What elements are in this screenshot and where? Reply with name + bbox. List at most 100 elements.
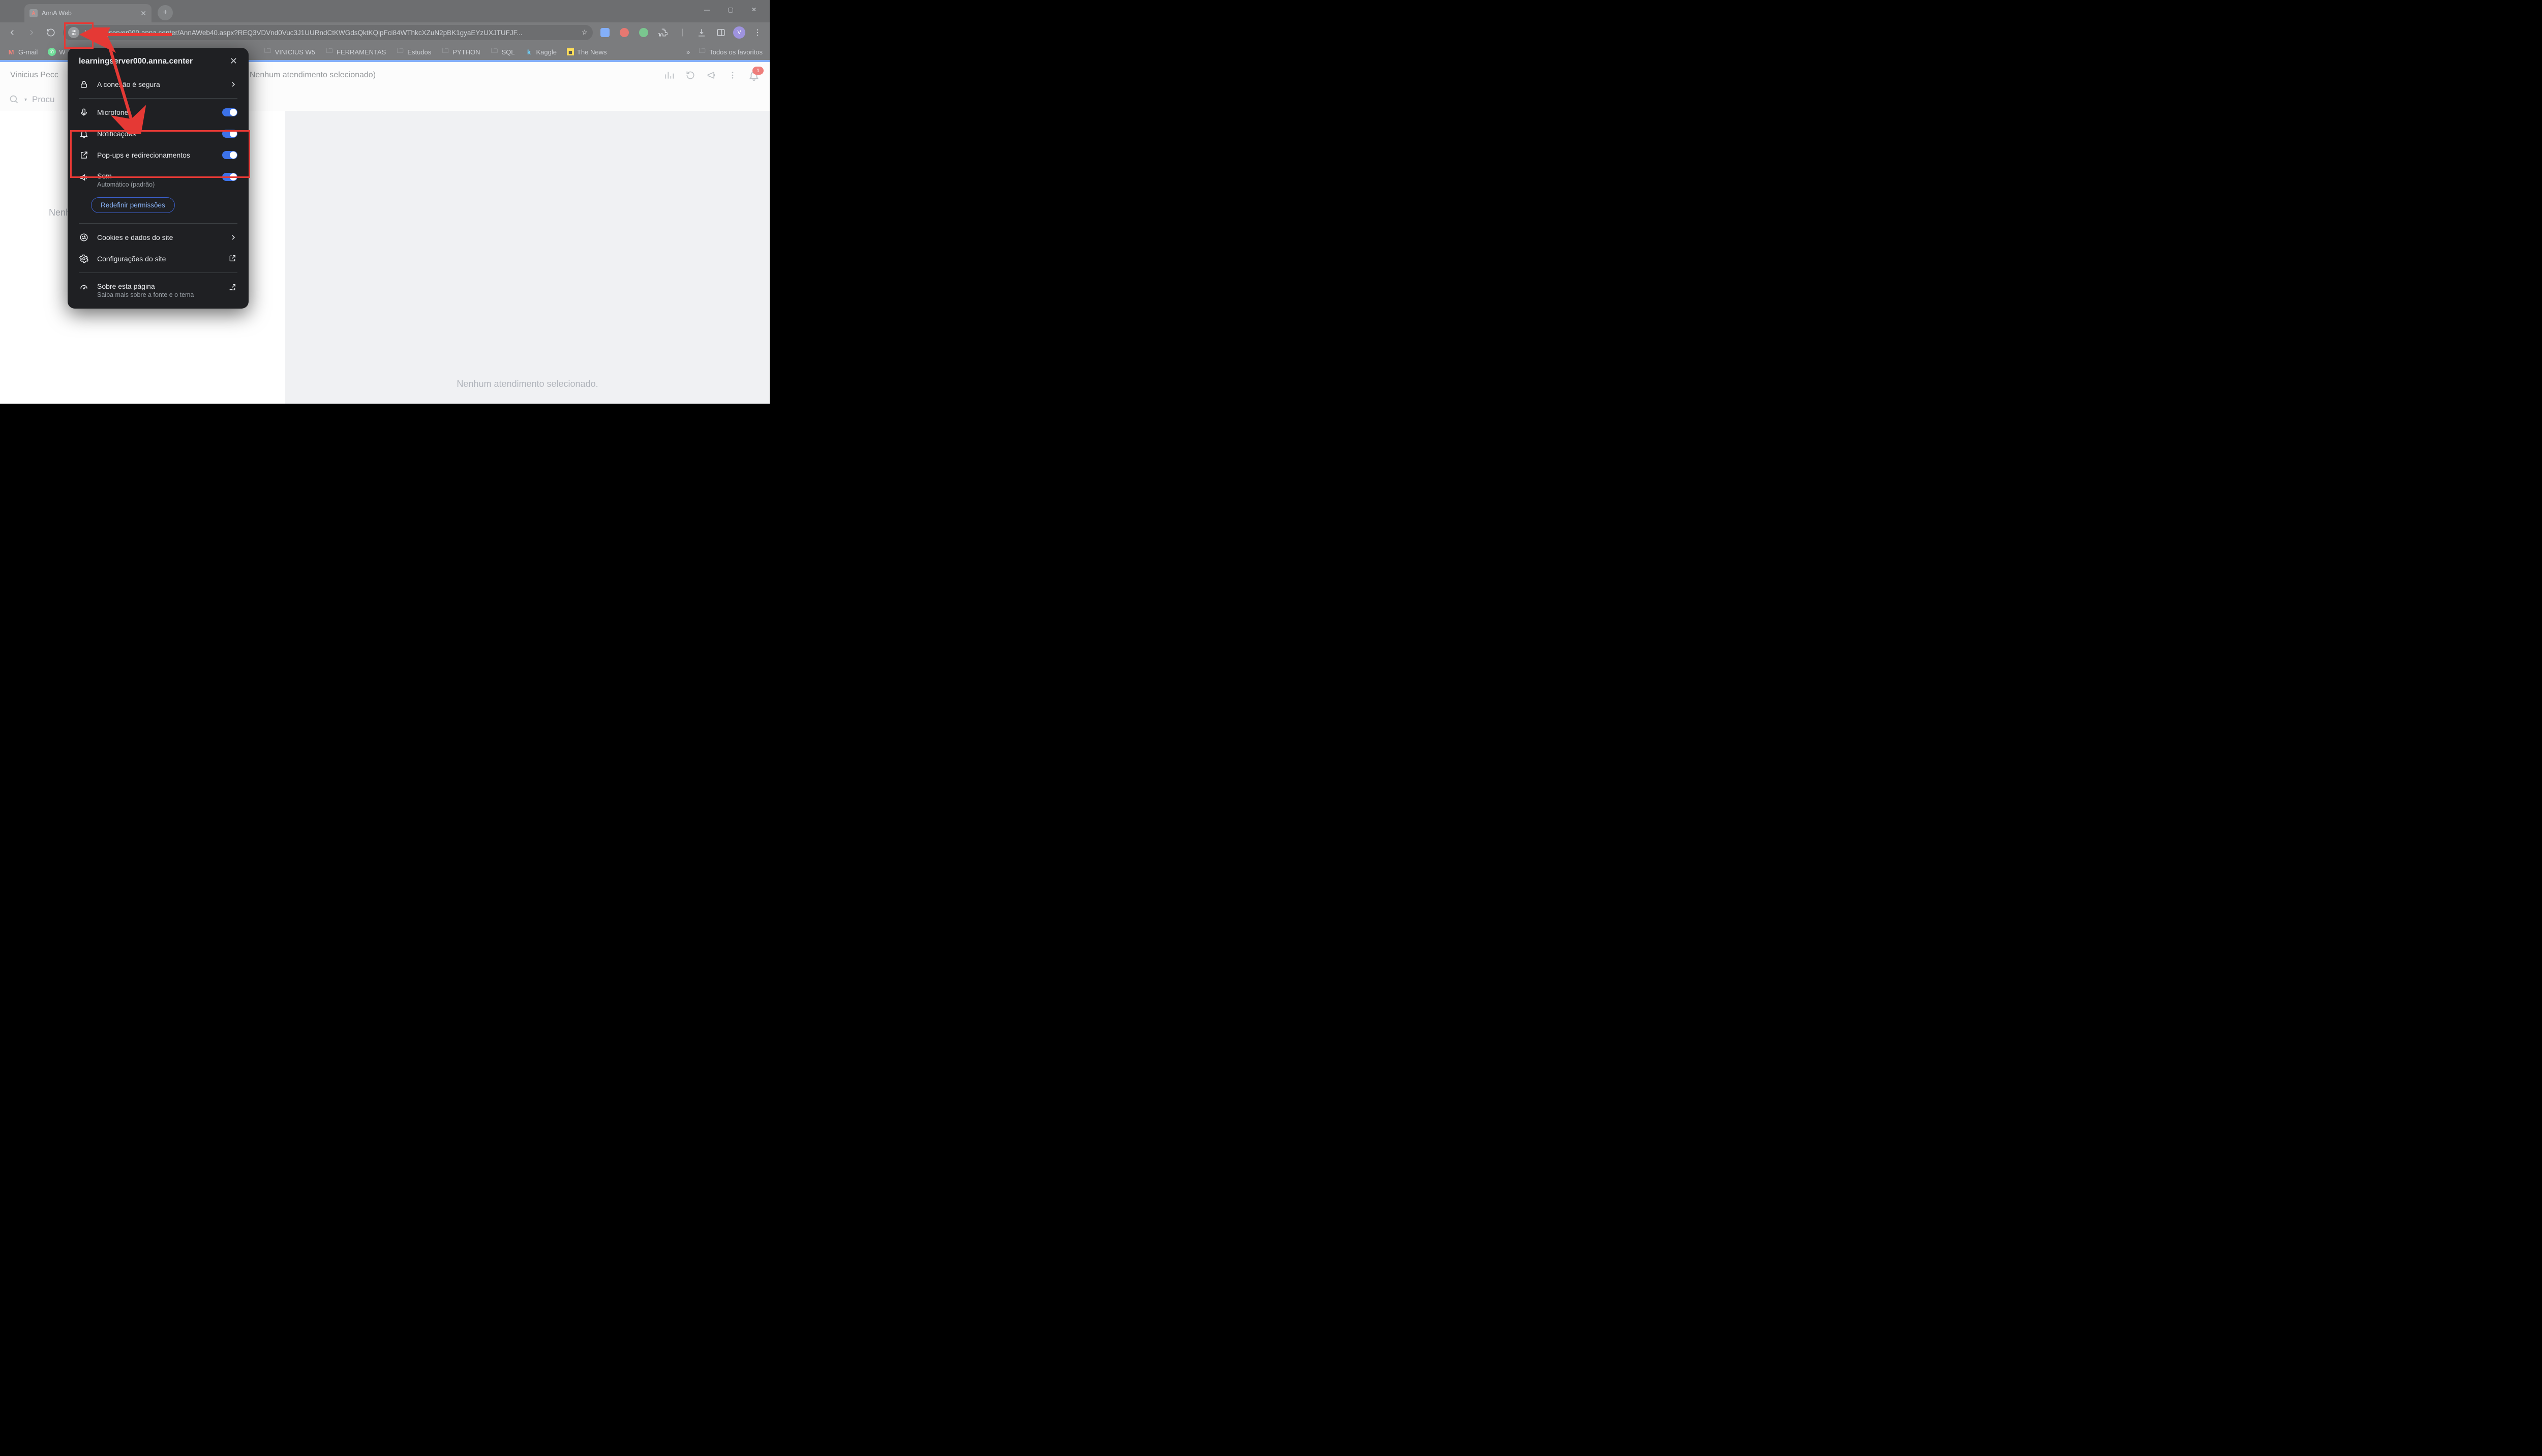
folder-icon: 🗀	[325, 48, 334, 56]
folder-icon: 🗀	[698, 48, 706, 56]
close-tab-icon[interactable]: ✕	[140, 9, 146, 18]
bookmark-folder-python[interactable]: 🗀 PYTHON	[441, 48, 480, 56]
window-maximize-button[interactable]: ▢	[719, 2, 742, 17]
folder-icon: 🗀	[396, 48, 404, 56]
forward-button	[24, 25, 39, 40]
window-minimize-button[interactable]: —	[695, 2, 719, 17]
more-icon[interactable]	[728, 71, 737, 80]
bookmark-label: PYTHON	[452, 48, 480, 56]
notifications-row[interactable]: Notificações	[68, 123, 249, 144]
bookmark-label: W	[59, 48, 65, 56]
info-speed-icon	[79, 283, 89, 292]
site-settings-row[interactable]: Configurações do site	[68, 248, 249, 269]
main-panel-empty: Nenhum atendimento selecionado.	[285, 111, 770, 404]
chrome-menu-separator: |	[675, 25, 689, 40]
bookmark-label: SQL	[501, 48, 515, 56]
url-text: learningserver000.anna.center/AnnAWeb40.…	[84, 29, 577, 37]
popups-toggle[interactable]	[222, 151, 237, 159]
site-info-popup: learningserver000.anna.center ✕ A conexã…	[68, 48, 249, 309]
stats-icon[interactable]	[664, 70, 674, 80]
reset-permissions-button[interactable]: Redefinir permissões	[91, 197, 175, 213]
new-tab-button[interactable]: +	[158, 5, 173, 20]
bookmark-folder-ferramentas[interactable]: 🗀 FERRAMENTAS	[325, 48, 386, 56]
cookie-icon	[79, 233, 89, 242]
whatsapp-icon: ✆	[48, 48, 56, 56]
bookmark-label: FERRAMENTAS	[337, 48, 386, 56]
search-icon[interactable]	[9, 95, 19, 105]
bookmark-thenews[interactable]: ■ The News	[567, 48, 607, 56]
about-page-row[interactable]: Sobre esta página Saiba mais sobre a fon…	[68, 276, 249, 309]
close-icon[interactable]: ✕	[230, 56, 237, 67]
row-label: Cookies e dados do site	[97, 233, 221, 241]
microphone-row[interactable]: Microfone	[68, 102, 249, 123]
popups-row[interactable]: Pop-ups e redirecionamentos	[68, 144, 249, 166]
bookmark-folder-sql[interactable]: 🗀 SQL	[490, 48, 515, 56]
user-name: Vinicius Pecc	[10, 71, 58, 80]
bookmarks-overflow[interactable]: »	[686, 48, 690, 56]
gmail-icon: M	[7, 48, 15, 56]
empty-label: Nenhum atendimento selecionado.	[457, 379, 598, 389]
address-bar[interactable]: learningserver000.anna.center/AnnAWeb40.…	[63, 25, 593, 40]
extensions-button[interactable]	[656, 25, 670, 40]
bookmark-label: Kaggle	[536, 48, 556, 56]
reload-button[interactable]	[44, 25, 58, 40]
browser-toolbar: learningserver000.anna.center/AnnAWeb40.…	[0, 22, 770, 43]
kebab-menu-button[interactable]	[750, 25, 765, 40]
chevron-right-icon	[229, 80, 237, 88]
window-close-button[interactable]: ✕	[742, 2, 766, 17]
tab-favicon: A	[29, 9, 38, 17]
connection-row[interactable]: A conexão é segura	[68, 74, 249, 95]
tab-strip: A AnnA Web ✕ + — ▢ ✕	[0, 0, 770, 22]
announce-icon[interactable]	[707, 70, 717, 80]
row-label: Som Automático (padrão)	[97, 172, 214, 188]
bookmark-whatsapp[interactable]: ✆ W	[48, 48, 65, 56]
site-info-button[interactable]	[68, 27, 79, 38]
bookmark-folder-estudos[interactable]: 🗀 Estudos	[396, 48, 431, 56]
news-icon: ■	[567, 48, 574, 55]
cookies-row[interactable]: Cookies e dados do site	[68, 227, 249, 248]
tab-title: AnnA Web	[42, 10, 136, 17]
bell-icon	[79, 129, 89, 138]
popup-title: learningserver000.anna.center	[79, 57, 193, 66]
row-label: Microfone	[97, 108, 214, 116]
extension-quillbot-icon[interactable]	[637, 25, 651, 40]
extension-password-icon[interactable]	[617, 25, 631, 40]
bookmark-label: Estudos	[407, 48, 431, 56]
microphone-toggle[interactable]	[222, 108, 237, 116]
speaker-icon	[79, 173, 89, 182]
back-button[interactable]	[5, 25, 19, 40]
bookmark-kaggle[interactable]: k Kaggle	[525, 48, 556, 56]
bookmark-label: The News	[577, 48, 607, 56]
bookmark-label: Todos os favoritos	[709, 48, 763, 56]
bookmark-folder-vinicius[interactable]: 🗀 VINICIUS W5	[264, 48, 315, 56]
kaggle-icon: k	[525, 48, 533, 56]
open-external-icon	[228, 254, 237, 263]
search-placeholder[interactable]: Procu	[32, 95, 54, 105]
chevron-right-icon	[229, 233, 237, 241]
bookmark-label: G-mail	[18, 48, 38, 56]
row-label: Notificações	[97, 130, 214, 138]
search-dropdown-icon[interactable]: ▾	[24, 97, 27, 103]
all-bookmarks[interactable]: 🗀 Todos os favoritos	[698, 48, 763, 56]
notifications-bell[interactable]: 1	[748, 70, 760, 81]
bell-badge: 1	[752, 67, 764, 75]
star-icon[interactable]: ☆	[582, 28, 588, 37]
downloads-button[interactable]	[694, 25, 709, 40]
notifications-toggle[interactable]	[222, 130, 237, 138]
profile-avatar[interactable]: V	[733, 26, 745, 39]
row-sublabel: Automático (padrão)	[97, 181, 214, 188]
refresh-icon[interactable]	[685, 70, 695, 80]
browser-tab[interactable]: A AnnA Web ✕	[24, 4, 152, 22]
sound-row[interactable]: Som Automático (padrão)	[68, 166, 249, 194]
extension-translate-icon[interactable]	[598, 25, 612, 40]
row-label: Pop-ups e redirecionamentos	[97, 151, 214, 159]
bookmark-gmail[interactable]: M G-mail	[7, 48, 38, 56]
folder-icon: 🗀	[441, 48, 449, 56]
row-sublabel: Saiba mais sobre a fonte e o tema	[97, 291, 220, 298]
open-external-icon	[228, 283, 237, 292]
sound-toggle[interactable]	[222, 173, 237, 181]
gear-icon	[79, 254, 89, 263]
side-panel-button[interactable]	[714, 25, 728, 40]
folder-icon: 🗀	[490, 48, 498, 56]
bookmark-label: VINICIUS W5	[275, 48, 315, 56]
